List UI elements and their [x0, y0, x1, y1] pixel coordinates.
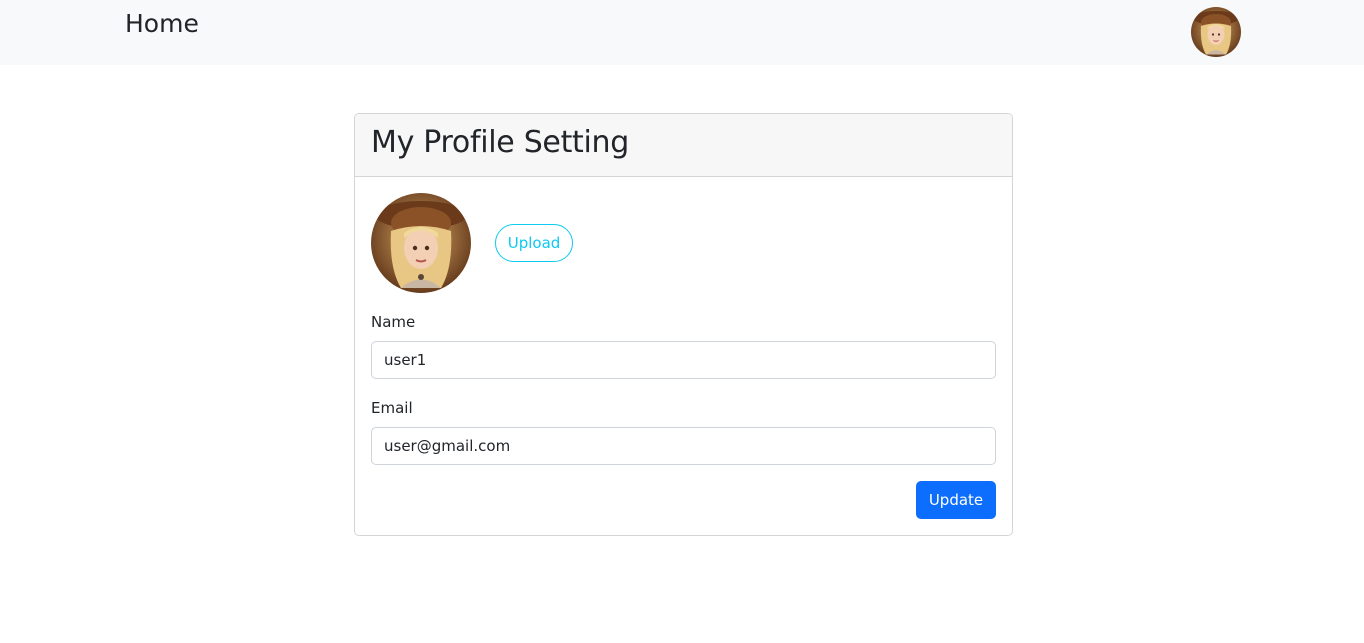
update-button[interactable]: Update — [916, 481, 996, 519]
profile-setting-card: My Profile Setting Upload Name Email — [354, 113, 1013, 536]
home-link[interactable]: Home — [125, 8, 199, 40]
name-field[interactable] — [371, 341, 996, 379]
profile-avatar-icon — [371, 193, 471, 293]
card-header: My Profile Setting — [355, 114, 1012, 177]
profile-portrait-icon — [371, 193, 471, 293]
navbar: Home — [0, 0, 1364, 65]
user-avatar-icon[interactable] — [1191, 7, 1241, 57]
email-field[interactable] — [371, 427, 996, 465]
upload-button[interactable]: Upload — [495, 224, 573, 262]
page-title: My Profile Setting — [371, 125, 630, 160]
avatar-portrait-icon — [1191, 7, 1241, 57]
name-label: Name — [371, 313, 416, 331]
email-label: Email — [371, 399, 413, 417]
